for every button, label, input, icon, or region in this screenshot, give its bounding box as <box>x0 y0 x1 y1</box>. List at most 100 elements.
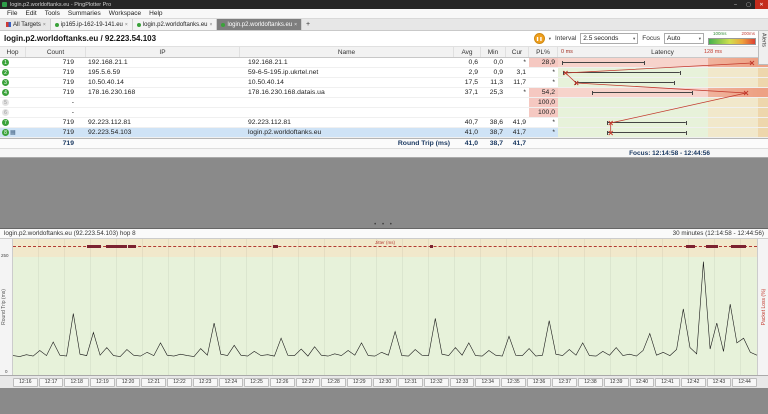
menu-summaries[interactable]: Summaries <box>64 10 105 17</box>
time-label[interactable]: 12:41 <box>655 377 680 387</box>
alerts-tab[interactable]: Alerts <box>758 31 768 65</box>
time-label[interactable]: 12:17 <box>38 377 64 387</box>
time-label[interactable]: 12:36 <box>526 377 552 387</box>
trace-row-hop-3[interactable]: 3 719 10.50.40.14 10.50.40.14 17,5 11,3 11,7 * <box>0 78 768 88</box>
header-count[interactable]: Count <box>26 47 86 57</box>
target-title: login.p2.worldoftanks.eu / 92.223.54.103 <box>4 34 157 43</box>
trace-row-hop-7[interactable]: 7 719 92.223.112.81 92.223.112.81 40,7 38,6 41… <box>0 118 768 128</box>
latency-color-legend: 100ms 200ms <box>708 31 756 45</box>
time-label[interactable]: 12:22 <box>167 377 192 387</box>
time-label[interactable]: 12:16 <box>13 377 38 387</box>
menu-help[interactable]: Help <box>145 10 166 17</box>
pane-splitter[interactable]: • • • <box>0 158 768 228</box>
time-label[interactable]: 12:32 <box>424 377 449 387</box>
interval-select[interactable]: 2.5 seconds ▾ <box>580 33 639 44</box>
timeline-graph[interactable]: Round Trip (ms) 250 0 Jitter (ms) Packet… <box>0 239 768 375</box>
header-avg[interactable]: Avg <box>454 47 481 57</box>
trace-row-hop-4[interactable]: 4 719 178.16.230.168 178.16.230.168.datais.… <box>0 88 768 98</box>
time-label[interactable]: 12:18 <box>64 377 90 387</box>
cell-avg: 40,7 <box>464 119 478 126</box>
hop-number-icon: 1 <box>2 59 9 66</box>
time-label[interactable]: 12:33 <box>449 377 475 387</box>
latency-scale-min: 0 ms <box>561 49 573 55</box>
tab-target-1[interactable]: ip165.ip-162-19-141.eu × <box>50 19 133 30</box>
round-trip-summary-row: 719 Round Trip (ms) 41,0 38,7 41,7 <box>0 138 768 148</box>
header-cur[interactable]: Cur <box>506 47 529 57</box>
trace-row-hop-8[interactable]: 8 ▦ 719 92.223.54.103 login.p2.worldoftanks.… <box>0 128 768 138</box>
close-tab-icon[interactable]: × <box>125 22 128 28</box>
cell-name <box>240 98 454 107</box>
pause-button[interactable]: ❚❚ <box>533 33 545 44</box>
trace-row-hop-1[interactable]: 1 719 192.168.21.1 192.168.21.1 0,6 0,0 * 28,9 <box>0 58 768 68</box>
hop-number-icon: 2 <box>2 69 9 76</box>
time-label[interactable]: 12:30 <box>372 377 398 387</box>
timeline-title: login.p2.worldoftanks.eu (92.223.54.103)… <box>4 230 136 237</box>
menu-edit[interactable]: Edit <box>21 10 40 17</box>
timeline-range-label: 30 minutes (12:14:58 - 12:44:56) <box>672 230 764 237</box>
cell-ip: 195.5.6.59 <box>88 69 121 76</box>
time-label[interactable]: 12:39 <box>603 377 629 387</box>
tab-target-2[interactable]: login.p2.worldoftanks.eu × <box>132 19 218 30</box>
time-label[interactable]: 12:24 <box>218 377 244 387</box>
time-label[interactable]: 12:40 <box>629 377 655 387</box>
maximize-button[interactable]: ▢ <box>742 0 755 9</box>
cell-count: 719 <box>62 69 74 76</box>
time-label[interactable]: 12:21 <box>141 377 167 387</box>
menu-tools[interactable]: Tools <box>41 10 64 17</box>
trace-row-hop-6[interactable]: 6 - 100,0 <box>0 108 768 118</box>
cell-cur <box>506 98 529 107</box>
minimize-button[interactable]: – <box>729 0 742 9</box>
header-ip[interactable]: IP <box>86 47 240 57</box>
new-tab-button[interactable]: + <box>302 19 314 30</box>
time-label[interactable]: 12:37 <box>552 377 578 387</box>
time-label[interactable]: 12:29 <box>346 377 372 387</box>
time-label[interactable]: 12:19 <box>90 377 115 387</box>
time-label[interactable]: 12:25 <box>244 377 269 387</box>
time-label[interactable]: 12:38 <box>578 377 603 387</box>
time-label[interactable]: 12:43 <box>706 377 732 387</box>
time-label[interactable]: 12:28 <box>321 377 346 387</box>
timeline-left-axis: Round Trip (ms) <box>0 239 13 375</box>
cell-name: 59-6-5-195.ip.ukrtel.net <box>248 69 319 76</box>
splitter-handle-icon[interactable]: • • • <box>374 222 394 228</box>
cell-count: 719 <box>62 59 74 66</box>
cell-latency <box>558 68 768 77</box>
trace-row-hop-2[interactable]: 2 719 195.5.6.59 59-6-5-195.ip.ukrtel.net 2,… <box>0 68 768 78</box>
cell-hop: 6 <box>0 108 26 117</box>
time-label[interactable]: 12:42 <box>680 377 706 387</box>
cell-latency <box>558 128 768 137</box>
chevron-down-icon[interactable]: ▾ <box>549 36 551 42</box>
focus-select[interactable]: Auto ▾ <box>664 33 704 44</box>
tab-all-targets[interactable]: All Targets × <box>2 19 51 30</box>
time-label[interactable]: 12:44 <box>732 377 757 387</box>
time-label[interactable]: 12:20 <box>115 377 141 387</box>
close-tab-icon[interactable]: × <box>43 22 46 28</box>
header-name[interactable]: Name <box>240 47 454 57</box>
summary-avg: 41,0 <box>464 140 478 147</box>
y-axis-max-tick: 250 <box>1 253 9 258</box>
focus-value: Auto <box>667 35 681 42</box>
time-label[interactable]: 12:34 <box>475 377 501 387</box>
trace-row-hop-5[interactable]: 5 - 100,0 <box>0 98 768 108</box>
cell-min: 11,3 <box>490 79 503 86</box>
time-label[interactable]: 12:26 <box>269 377 295 387</box>
timeline-plot[interactable]: Jitter (ms) <box>13 239 757 375</box>
header-min[interactable]: Min <box>481 47 506 57</box>
header-hop[interactable]: Hop <box>0 47 26 57</box>
menu-file[interactable]: File <box>3 10 21 17</box>
menu-workspace[interactable]: Workspace <box>105 10 145 17</box>
time-label[interactable]: 12:35 <box>501 377 526 387</box>
time-label[interactable]: 12:27 <box>295 377 321 387</box>
hop-number-icon: 6 <box>2 109 9 116</box>
tab-target-3[interactable]: login.p2.worldoftanks.eu × <box>217 19 303 30</box>
header-latency[interactable]: 0 ms Latency 128 ms <box>558 47 768 57</box>
close-tab-icon[interactable]: × <box>210 22 213 28</box>
summary-latency-cell <box>558 139 768 148</box>
header-pl[interactable]: PL% <box>529 47 558 57</box>
close-button[interactable]: ✕ <box>755 0 768 9</box>
time-label[interactable]: 12:31 <box>398 377 423 387</box>
cell-hop: 1 <box>0 58 26 67</box>
time-label[interactable]: 12:23 <box>192 377 218 387</box>
close-tab-icon[interactable]: × <box>294 22 297 28</box>
cell-hop: 5 <box>0 98 26 107</box>
